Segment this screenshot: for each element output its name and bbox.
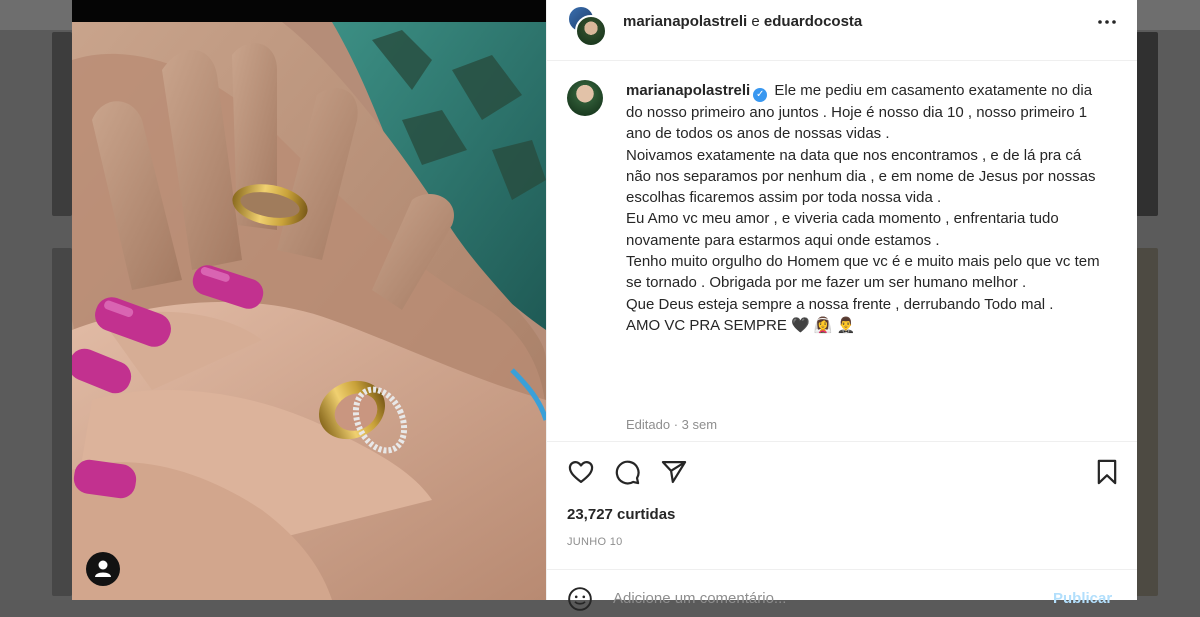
caption-meta: Editado · 3 sem [626,417,718,432]
avatar [575,15,607,47]
avatar[interactable] [567,80,603,116]
comment-button[interactable] [613,458,641,486]
smiley-icon [568,587,592,611]
share-button[interactable] [660,458,688,486]
likes-count[interactable]: 23,727 curtidas [567,506,675,523]
username-link[interactable]: eduardocosta [764,13,862,30]
background-post-tile [1136,248,1158,596]
background-post-tile [1136,32,1158,216]
user-tag-button[interactable] [86,552,120,586]
divider [547,569,1137,570]
collab-avatars[interactable] [567,5,607,47]
comment-input[interactable] [613,586,1043,610]
background-post-tile [52,248,72,596]
engagement-rings-photo [72,0,546,600]
emoji-button[interactable] [567,586,593,612]
publish-comment-button[interactable]: Publicar [1053,590,1112,607]
save-button[interactable] [1093,458,1121,486]
caption-body: Ele me pediu em casamento exatamente no … [626,82,1100,334]
username-link[interactable]: marianapolastreli [623,13,747,30]
bookmark-icon [1097,459,1117,485]
post-detail-panel: marianapolastreli e eduardocosta mariana… [546,0,1137,611]
more-horizontal-icon [1098,20,1116,24]
caption-text-block: marianapolastreli ✓ Ele me pediu em casam… [626,80,1106,336]
post-date: JUNHO 10 [567,536,623,548]
background-post-tile [52,32,72,216]
more-options-button[interactable] [1095,14,1119,30]
like-button[interactable] [567,458,595,486]
send-icon [661,460,687,484]
post-photo[interactable] [72,0,546,600]
comment-icon [615,460,640,485]
divider [547,441,1137,442]
caption-username[interactable]: marianapolastreli [626,82,750,99]
collab-usernames: marianapolastreli e eduardocosta [623,13,862,30]
verified-badge-icon: ✓ [753,88,768,102]
username-separator: e [747,13,764,30]
post-header: marianapolastreli e eduardocosta [547,0,1137,61]
user-tag-icon [95,560,111,577]
heart-icon [568,460,594,484]
post-caption: marianapolastreli ✓ Ele me pediu em casam… [547,60,1137,440]
